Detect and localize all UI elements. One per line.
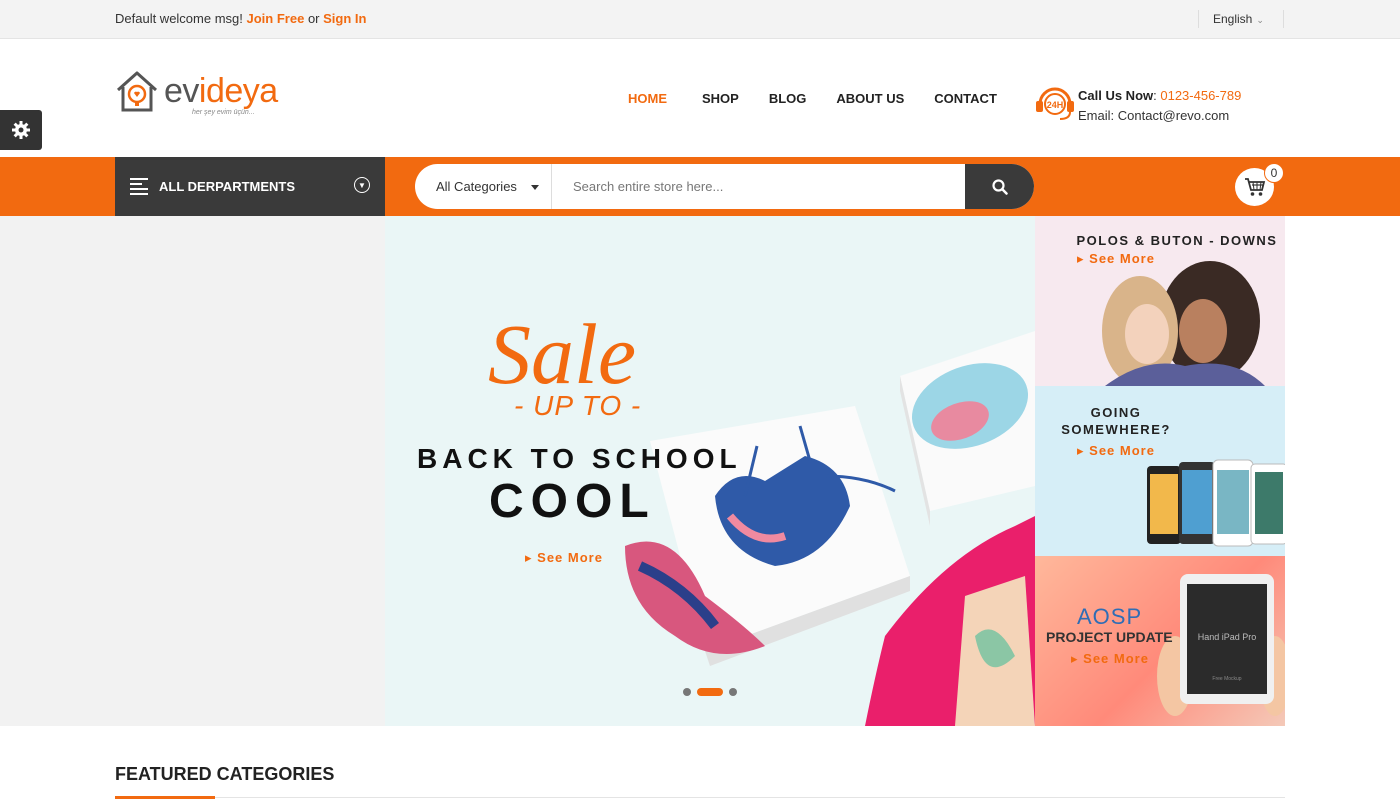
menu-icon	[130, 175, 148, 198]
banner-phones-title-line1: GOING	[1090, 405, 1142, 420]
search-icon	[991, 178, 1008, 195]
banner-tablet[interactable]: Hand iPad Pro Free Mockup AOSP PROJECT U…	[1035, 556, 1285, 726]
section-divider	[115, 797, 1285, 798]
slider-dot[interactable]	[683, 688, 691, 696]
house-heart-icon	[116, 71, 158, 112]
gear-icon	[12, 121, 30, 139]
banner-phones[interactable]: GOING SOMEWHERE? ▸ See More	[1035, 386, 1285, 556]
tablet-screen-subtext: Free Mockup	[1212, 676, 1241, 682]
search-button[interactable]	[965, 164, 1034, 209]
banner-tablet-see-more[interactable]: ▸ See More	[1071, 651, 1149, 667]
nav-about-us[interactable]: ABOUT US	[836, 91, 904, 106]
hero-slider[interactable]: Sale - UP TO - BACK TO SCHOOL COOL ▸ See…	[385, 216, 1035, 726]
nav-shop[interactable]: SHOP	[702, 91, 739, 106]
contact-info: Call Us Now: 0123-456-789 Email: Contact…	[1078, 88, 1242, 123]
nav-blog[interactable]: BLOG	[769, 91, 807, 106]
hero-sale-text: Sale	[488, 306, 637, 402]
language-label: English	[1213, 12, 1253, 26]
banner-polos-see-more-label: See More	[1089, 251, 1155, 266]
main-nav: HOME SHOP BLOG ABOUT US CONTACT	[628, 91, 1027, 106]
logo-part-1: ev	[164, 72, 199, 110]
banner-tablet-see-more-label: See More	[1083, 651, 1149, 666]
departments-panel	[0, 216, 385, 726]
search-box: All Categories	[415, 164, 1034, 209]
category-select-value: All Categories	[436, 179, 517, 194]
or-text: or	[307, 11, 320, 26]
cart-count-badge: 0	[1264, 163, 1284, 183]
banner-phones-title-line2: SOMEWHERE?	[1061, 422, 1171, 437]
circle-chevron-down-icon: ▼	[354, 177, 370, 193]
hero-subheadline: COOL	[489, 475, 656, 528]
join-free-link[interactable]: Join Free	[247, 11, 305, 26]
hero-see-more-link[interactable]: ▸ See More	[525, 550, 603, 566]
tablet-screen-text: Hand iPad Pro	[1198, 632, 1257, 642]
slider-dot[interactable]	[729, 688, 737, 696]
chevron-down-icon: ⌄	[1256, 15, 1264, 25]
settings-tab[interactable]	[0, 110, 42, 150]
badge-24h: 24H	[1047, 100, 1064, 110]
slider-pagination	[683, 688, 743, 696]
sign-in-link[interactable]: Sign In	[323, 11, 366, 26]
nav-home[interactable]: HOME	[628, 91, 667, 106]
logo-part-2: ideya	[198, 72, 278, 110]
slider-dot-active[interactable]	[697, 688, 723, 696]
banner-polos-see-more[interactable]: ▸ See More	[1077, 251, 1155, 267]
banner-polos-title: POLOS & BUTON - DOWNS	[1076, 233, 1278, 248]
hero-upto-text: - UP TO -	[514, 390, 642, 421]
hero-see-more-label: See More	[537, 550, 603, 565]
banner-polos[interactable]: POLOS & BUTON - DOWNS ▸ See More	[1035, 216, 1285, 386]
logo-tagline: her şey evim üçün...	[192, 109, 255, 116]
support-24h-icon: 24H	[1034, 82, 1076, 122]
banner-phones-title: GOING SOMEWHERE?	[1035, 404, 1197, 438]
all-departments-button[interactable]: ALL DERPARTMENTS ▼	[115, 157, 385, 216]
language-selector[interactable]: English ⌄	[1198, 10, 1284, 28]
caret-right-icon: ▸	[525, 550, 533, 565]
call-label: Call Us Now	[1078, 88, 1154, 103]
nav-contact[interactable]: CONTACT	[934, 91, 997, 106]
featured-categories-heading: FEATURED CATEGORIES	[115, 764, 335, 784]
caret-right-icon: ▸	[1077, 443, 1085, 458]
site-logo[interactable]: evideya her şey evim üçün...	[114, 70, 289, 120]
caret-down-icon	[531, 185, 539, 190]
section-divider-accent	[115, 796, 215, 799]
banner-tablet-subtitle: PROJECT UPDATE	[1046, 629, 1173, 645]
banner-phones-see-more-label: See More	[1089, 443, 1155, 458]
phone-number[interactable]: 0123-456-789	[1160, 88, 1241, 103]
email-label: Email:	[1078, 108, 1115, 123]
logo-wordmark: evideya	[164, 74, 278, 108]
banner-phones-see-more[interactable]: ▸ See More	[1077, 443, 1155, 459]
caret-right-icon: ▸	[1077, 251, 1085, 266]
shopping-cart-icon	[1244, 178, 1265, 196]
top-bar: Default welcome msg! Join Free or Sign I…	[0, 0, 1400, 39]
banner-tablet-title: AOSP	[1077, 604, 1143, 629]
category-select[interactable]: All Categories	[415, 164, 552, 209]
caret-right-icon: ▸	[1071, 651, 1079, 666]
welcome-message: Default welcome msg! Join Free or Sign I…	[115, 11, 366, 26]
welcome-text: Default welcome msg!	[115, 11, 243, 26]
email-address[interactable]: Contact@revo.com	[1118, 108, 1229, 123]
hero-headline: BACK TO SCHOOL	[417, 443, 742, 474]
search-input[interactable]	[553, 164, 963, 209]
departments-label: ALL DERPARTMENTS	[159, 179, 296, 194]
